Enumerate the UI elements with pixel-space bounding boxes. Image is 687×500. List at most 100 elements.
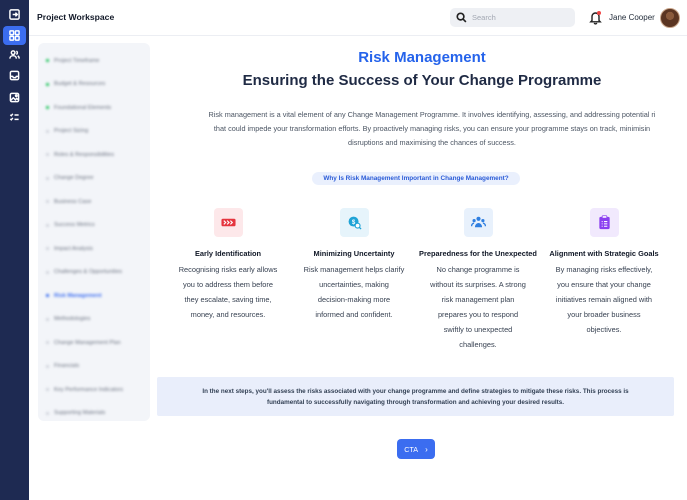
card-icon-box [463, 208, 493, 237]
outline-item-label: Budget & Resources [54, 81, 106, 88]
forward-arrows-icon [220, 218, 236, 227]
outline-item-label: Change Degree [54, 175, 94, 182]
outline-item[interactable]: Foundational Elements [38, 96, 150, 120]
checklist-icon[interactable] [3, 108, 26, 127]
inbox-icon[interactable] [3, 66, 26, 85]
card-line: challenges. [459, 340, 497, 349]
bullet-icon [46, 129, 49, 133]
card-icon-box [213, 208, 243, 237]
outline-item[interactable]: Budget & Resources [38, 73, 150, 97]
outline-item[interactable]: Supporting Materials [38, 402, 150, 426]
next-steps-note: In the next steps, you'll assess the ris… [157, 377, 674, 416]
note-line: In the next steps, you'll assess the ris… [202, 388, 629, 395]
outline-item-label: Methodologies [54, 316, 91, 323]
bullet-icon [46, 176, 49, 180]
bullet-icon [46, 270, 49, 274]
check-icon [46, 106, 49, 110]
outline-item-label: Challenges & Opportunities [54, 269, 123, 276]
card-title: Early Identification [194, 249, 262, 258]
outline-item-label: Foundational Elements [54, 104, 112, 111]
search-input[interactable] [472, 13, 567, 22]
card-line: decision-making more [317, 295, 391, 304]
bullet-icon [46, 364, 49, 368]
outline-item[interactable]: Financials [38, 355, 150, 379]
outline-item[interactable]: Methodologies [38, 308, 150, 332]
card-body: Risk management helps clarify uncertaint… [284, 262, 424, 322]
card-line: informed and confident. [315, 310, 393, 319]
clipboard-icon [598, 215, 610, 230]
intro-line: disruptions and maximising the chances o… [348, 138, 516, 147]
search-box[interactable] [450, 8, 575, 27]
card-line: By managing risks effectively, [555, 265, 653, 274]
cta-button[interactable]: CTA › [397, 439, 435, 459]
outline-item[interactable]: Business Case [38, 190, 150, 214]
card-body: No change programme is without its surpr… [413, 262, 543, 352]
note-line: fundamental to successfully navigating t… [266, 399, 565, 406]
card-line: without its surprises. A strong [430, 280, 526, 289]
notification-bell-icon[interactable] [589, 10, 602, 25]
outline-item[interactable]: Success Metrics [38, 214, 150, 238]
question-pill[interactable]: Why Is Risk Management Important in Chan… [312, 172, 520, 185]
outline-item[interactable]: Project Sizing [38, 120, 150, 144]
card-line: uncertainties, making [319, 280, 389, 289]
dashboard-icon[interactable] [3, 26, 26, 45]
coin-search-icon: $ [348, 216, 362, 230]
card-preparedness: Preparedness for the Unexpected No chang… [413, 208, 543, 352]
outline-item[interactable]: Key Performance Indicators [38, 378, 150, 402]
user-name: Jane Cooper [609, 13, 655, 22]
outline-item-label: Business Case [54, 198, 92, 205]
bullet-icon [46, 223, 49, 227]
intro-line: that could impede your transformation ef… [213, 124, 651, 133]
outline-item-label: Change Management Plan [54, 339, 121, 346]
outline-item-label: Risk Management [54, 292, 102, 299]
bullet-icon [46, 247, 49, 251]
card-line: prepares you to respond [437, 310, 519, 319]
check-icon [46, 59, 49, 63]
card-line: they escalate, saving time, [184, 295, 272, 304]
intro-line: Risk management is a vital element of an… [208, 110, 656, 119]
outline-item-label: Project Timeframe [54, 57, 100, 64]
card-icon-box [589, 208, 619, 237]
outline-item-label: Supporting Materials [54, 410, 106, 417]
bullet-icon [46, 200, 49, 204]
card-early-identification: Early Identification Recognising risks e… [157, 208, 299, 322]
bullet-icon [46, 411, 49, 415]
exit-icon[interactable] [3, 5, 26, 24]
top-header: Project Workspace Jane Cooper [29, 0, 687, 36]
card-body: By managing risks effectively, you ensur… [533, 262, 675, 337]
bullet-icon [46, 317, 49, 321]
outline-item[interactable]: Challenges & Opportunities [38, 261, 150, 285]
icon-rail [0, 0, 29, 500]
outline-item[interactable]: Impact Analysis [38, 237, 150, 261]
search-icon [456, 12, 467, 23]
users-icon[interactable] [3, 45, 26, 64]
card-line: Recognising risks early allows [178, 265, 278, 274]
outline-item-label: Roles & Responsibilities [54, 151, 115, 158]
card-icon-box: $ [339, 208, 369, 237]
outline-item-label: Financials [54, 363, 80, 370]
avatar[interactable] [660, 8, 680, 28]
card-line: initiatives remain aligned with [555, 295, 653, 304]
chevron-right-icon: › [425, 444, 428, 454]
outline-item-label: Success Metrics [54, 222, 95, 229]
section-outline: Project Timeframe Budget & Resources Found… [38, 43, 150, 421]
card-line: money, and resources. [190, 310, 266, 319]
team-icon [470, 216, 486, 228]
bullet-icon [46, 341, 49, 345]
image-icon[interactable] [3, 88, 26, 107]
card-line: No change programme is [436, 265, 520, 274]
outline-item[interactable]: Change Management Plan [38, 331, 150, 355]
app-title: Project Workspace [37, 12, 115, 22]
check-icon [46, 82, 49, 86]
card-title: Minimizing Uncertainty [313, 249, 395, 258]
outline-item[interactable]: Change Degree [38, 167, 150, 191]
card-line: Risk management helps clarify [303, 265, 405, 274]
bullet-icon [46, 388, 49, 392]
card-line: swiftly to unexpected [443, 325, 513, 334]
card-line: you ensure that your change [557, 280, 651, 289]
outline-item[interactable]: Project Timeframe [38, 49, 150, 73]
cta-label: CTA [404, 444, 419, 454]
card-line: risk management plan [441, 295, 515, 304]
outline-item[interactable]: Risk Management [38, 284, 150, 308]
outline-item[interactable]: Roles & Responsibilities [38, 143, 150, 167]
